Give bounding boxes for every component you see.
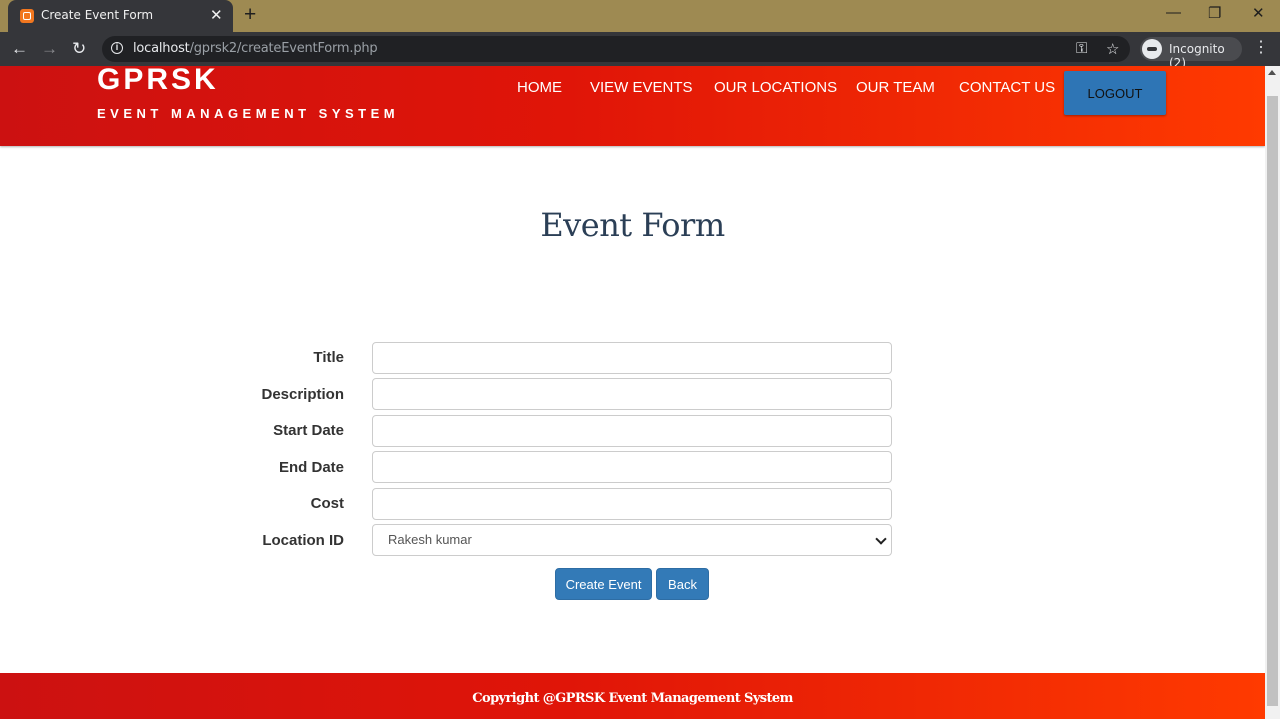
site-header: GPRSK EVENT MANAGEMENT SYSTEM HOME VIEW … [0, 66, 1265, 146]
bookmark-star-icon[interactable]: ☆ [1106, 40, 1119, 58]
description-input[interactable] [372, 378, 892, 410]
chevron-down-icon [875, 533, 887, 545]
close-window-icon[interactable]: ✕ [1252, 4, 1265, 22]
cost-label: Cost [310, 495, 344, 512]
incognito-icon [1142, 39, 1162, 59]
end-date-label: End Date [278, 459, 344, 476]
scroll-up-arrow-icon[interactable] [1268, 70, 1276, 75]
url-text[interactable]: localhost/gprsk2/createEventForm.php [133, 41, 378, 56]
minimize-icon[interactable]: — [1166, 4, 1181, 21]
nav-our-locations[interactable]: OUR LOCATIONS [714, 79, 837, 96]
scrollbar-thumb[interactable] [1267, 96, 1278, 706]
site-info-icon[interactable]: i [111, 42, 123, 54]
page-viewport: GPRSK EVENT MANAGEMENT SYSTEM HOME VIEW … [0, 66, 1265, 719]
url-host: localhost [133, 41, 190, 56]
description-label: Description [261, 386, 344, 403]
browser-menu-icon[interactable]: ⋮ [1253, 40, 1269, 56]
key-icon[interactable]: ⚿ [1076, 40, 1087, 57]
logout-button[interactable]: LOGOUT [1064, 71, 1166, 115]
url-path: /gprsk2/createEventForm.php [189, 41, 378, 56]
location-id-label: Location ID [262, 532, 344, 549]
create-event-button[interactable]: Create Event [555, 568, 652, 600]
brand-tagline: EVENT MANAGEMENT SYSTEM [97, 106, 400, 121]
new-tab-icon[interactable]: + [244, 4, 256, 26]
site-footer: Copyright @GPRSK Event Management System [0, 673, 1265, 719]
nav-home[interactable]: HOME [517, 79, 562, 96]
restore-icon[interactable]: ❐ [1208, 4, 1221, 22]
tab-close-icon[interactable]: ✕ [210, 6, 223, 26]
browser-toolbar: ← → ↻ i localhost/gprsk2/createEventForm… [0, 32, 1280, 70]
browser-tab[interactable]: Create Event Form ✕ [8, 0, 233, 32]
nav-our-team[interactable]: OUR TEAM [856, 79, 935, 96]
tab-title: Create Event Form [41, 8, 154, 22]
location-id-select[interactable]: Rakesh kumar [372, 524, 892, 556]
end-date-input[interactable] [372, 451, 892, 483]
start-date-input[interactable] [372, 415, 892, 447]
copyright-text: Copyright @GPRSK Event Management System [472, 691, 793, 706]
back-icon[interactable]: ← [11, 39, 28, 59]
vertical-scrollbar[interactable] [1265, 66, 1280, 719]
cost-input[interactable] [372, 488, 892, 520]
reload-icon[interactable]: ↻ [72, 39, 86, 59]
start-date-label: Start Date [273, 422, 344, 439]
brand-logo-text[interactable]: GPRSK [97, 66, 219, 97]
nav-view-events[interactable]: VIEW EVENTS [590, 79, 693, 96]
xampp-favicon-icon [20, 9, 34, 23]
location-id-selected-value: Rakesh kumar [388, 532, 472, 547]
back-button[interactable]: Back [656, 568, 709, 600]
title-label: Title [313, 349, 344, 366]
address-bar[interactable]: i localhost/gprsk2/createEventForm.php ⚿… [102, 36, 1130, 62]
page-title: Event Form [540, 206, 725, 244]
title-input[interactable] [372, 342, 892, 374]
incognito-badge[interactable]: Incognito (2) [1140, 37, 1242, 70]
forward-icon[interactable]: → [41, 39, 58, 59]
browser-tab-strip: Create Event Form ✕ + — ❐ ✕ [0, 0, 1280, 32]
nav-contact-us[interactable]: CONTACT US [959, 79, 1055, 96]
